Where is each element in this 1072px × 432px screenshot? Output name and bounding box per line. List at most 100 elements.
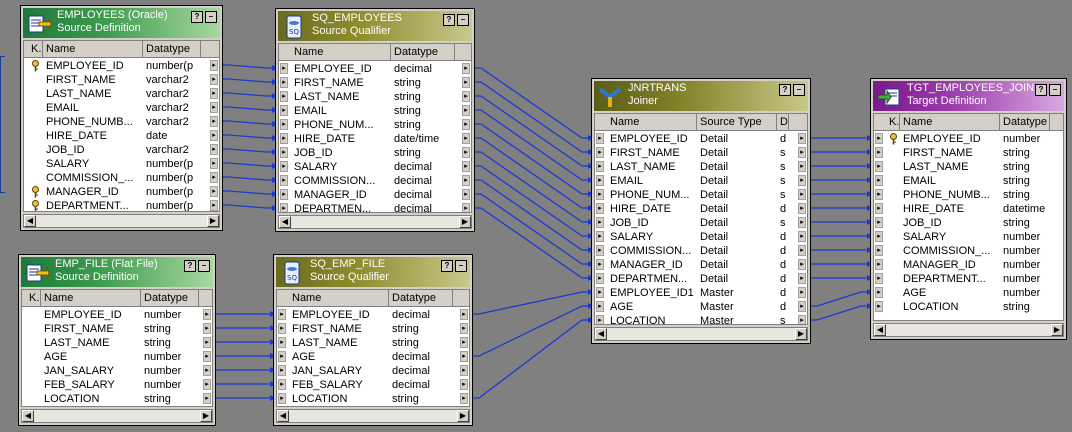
output-port-icon[interactable]: ▸ (462, 203, 470, 212)
input-port-icon[interactable]: ▸ (596, 217, 604, 228)
output-port-icon[interactable]: ▸ (210, 144, 218, 155)
port-row[interactable]: ▸ EMAIL string (874, 174, 1063, 188)
port-row[interactable]: ▸ SALARY decimal ▸ (279, 160, 471, 174)
column-header[interactable]: Source Type (697, 114, 777, 130)
input-port-icon[interactable]: ▸ (875, 259, 883, 270)
port-row[interactable]: PHONE_NUMB... varchar2 ▸ (24, 115, 219, 129)
port-row[interactable]: ▸ HIRE_DATE date/time ▸ (279, 132, 471, 146)
minimize-button[interactable]: – (198, 260, 210, 272)
port-row[interactable]: ▸ FIRST_NAME string ▸ (277, 322, 469, 336)
port-link[interactable] (219, 162, 278, 167)
output-port-icon[interactable]: ▸ (798, 259, 806, 270)
port-link[interactable] (219, 134, 278, 139)
horizontal-scrollbar[interactable]: ◀ ▶ (278, 215, 472, 229)
port-row[interactable]: LAST_NAME varchar2 ▸ (24, 87, 219, 101)
port-row[interactable]: JOB_ID varchar2 ▸ (24, 143, 219, 157)
input-port-icon[interactable]: ▸ (280, 63, 288, 74)
port-row[interactable]: MANAGER_ID number(p ▸ (24, 185, 219, 199)
output-port-icon[interactable]: ▸ (798, 217, 806, 228)
output-port-icon[interactable]: ▸ (460, 323, 468, 334)
output-port-icon[interactable]: ▸ (203, 365, 211, 376)
port-row[interactable]: ▸ DEPARTMEN... Detail d ▸ (595, 272, 807, 286)
port-row[interactable]: ▸ LOCATION string (874, 300, 1063, 314)
output-port-icon[interactable]: ▸ (798, 175, 806, 186)
port-row[interactable]: ▸ DEPARTMEN... decimal ▸ (279, 202, 471, 212)
output-port-icon[interactable]: ▸ (462, 91, 470, 102)
port-row[interactable]: FIRST_NAME varchar2 ▸ (24, 73, 219, 87)
input-port-icon[interactable]: ▸ (280, 105, 288, 116)
title-bar[interactable]: SQ SQ_EMP_FILE Source Qualifier? – (276, 257, 470, 287)
output-port-icon[interactable]: ▸ (460, 337, 468, 348)
port-row[interactable]: ▸ EMPLOYEE_ID decimal ▸ (277, 308, 469, 322)
port-row[interactable]: ▸ SALARY Detail d ▸ (595, 230, 807, 244)
port-row[interactable]: ▸ LAST_NAME string ▸ (279, 90, 471, 104)
output-port-icon[interactable]: ▸ (210, 116, 218, 127)
port-row[interactable]: ▸ JAN_SALARY decimal ▸ (277, 364, 469, 378)
transformation-target[interactable]: TGT_EMPLOYEES_JOIN... Target Definition? –… (870, 78, 1067, 340)
port-link[interactable] (471, 123, 594, 195)
scroll-left-icon[interactable]: ◀ (277, 410, 289, 422)
horizontal-scrollbar[interactable]: ◀ ▶ (23, 214, 220, 228)
minimize-button[interactable]: – (793, 84, 805, 96)
output-port-icon[interactable]: ▸ (462, 105, 470, 116)
horizontal-scrollbar[interactable]: ◀ ▶ (276, 409, 470, 423)
transformation-sq-file[interactable]: SQ SQ_EMP_FILE Source Qualifier? – Name Datat… (273, 254, 473, 426)
title-bar[interactable]: EMPLOYEES (Oracle) Source Definition? – (23, 8, 220, 38)
title-bar[interactable]: EMP_FILE (Flat File) Source Definition? – (21, 257, 213, 287)
port-link[interactable] (469, 319, 594, 399)
input-port-icon[interactable]: ▸ (278, 365, 286, 376)
help-button[interactable]: ? (441, 260, 453, 272)
help-button[interactable]: ? (1035, 84, 1047, 96)
port-link[interactable] (219, 78, 278, 83)
input-port-icon[interactable]: ▸ (596, 315, 604, 324)
column-header[interactable]: Datatype (141, 290, 199, 306)
output-port-icon[interactable]: ▸ (210, 158, 218, 169)
output-port-icon[interactable]: ▸ (798, 231, 806, 242)
port-row[interactable]: ▸ PHONE_NUM... string ▸ (279, 118, 471, 132)
output-port-icon[interactable]: ▸ (210, 186, 218, 197)
port-link[interactable] (807, 291, 873, 307)
output-port-icon[interactable]: ▸ (798, 189, 806, 200)
port-row[interactable]: DEPARTMENT... number(p ▸ (24, 199, 219, 211)
port-link[interactable] (471, 109, 594, 181)
port-row[interactable]: ▸ SALARY number (874, 230, 1063, 244)
port-row[interactable]: ▸ LOCATION Master s ▸ (595, 314, 807, 324)
input-port-icon[interactable]: ▸ (280, 77, 288, 88)
port-row[interactable]: ▸ COMMISSION... Detail d ▸ (595, 244, 807, 258)
scroll-left-icon[interactable]: ◀ (279, 216, 291, 228)
input-port-icon[interactable]: ▸ (875, 287, 883, 298)
port-row[interactable]: AGE number ▸ (22, 350, 212, 364)
column-header[interactable]: K. (28, 41, 43, 57)
output-port-icon[interactable]: ▸ (462, 147, 470, 158)
column-header[interactable]: Name (291, 44, 391, 60)
output-port-icon[interactable]: ▸ (798, 133, 806, 144)
port-link[interactable] (219, 106, 278, 111)
input-port-icon[interactable]: ▸ (875, 273, 883, 284)
port-row[interactable]: ▸ EMPLOYEE_ID1 Master d ▸ (595, 286, 807, 300)
port-link[interactable] (469, 305, 594, 357)
port-row[interactable]: ▸ PHONE_NUM... Detail s ▸ (595, 188, 807, 202)
input-port-icon[interactable]: ▸ (280, 189, 288, 200)
help-button[interactable]: ? (779, 84, 791, 96)
port-row[interactable]: LAST_NAME string ▸ (22, 336, 212, 350)
output-port-icon[interactable]: ▸ (203, 351, 211, 362)
input-port-icon[interactable]: ▸ (596, 189, 604, 200)
output-port-icon[interactable]: ▸ (460, 351, 468, 362)
port-row[interactable]: ▸ DEPARTMENT... number (874, 272, 1063, 286)
scroll-right-icon[interactable]: ▶ (795, 328, 807, 340)
port-row[interactable]: ▸ MANAGER_ID decimal ▸ (279, 188, 471, 202)
input-port-icon[interactable]: ▸ (596, 245, 604, 256)
input-port-icon[interactable]: ▸ (596, 161, 604, 172)
scroll-right-icon[interactable]: ▶ (207, 215, 219, 227)
column-header[interactable]: Name (43, 41, 143, 57)
output-port-icon[interactable]: ▸ (462, 133, 470, 144)
output-port-icon[interactable]: ▸ (210, 88, 218, 99)
output-port-icon[interactable]: ▸ (460, 393, 468, 404)
input-port-icon[interactable]: ▸ (280, 119, 288, 130)
port-row[interactable]: ▸ MANAGER_ID number (874, 258, 1063, 272)
port-row[interactable]: ▸ HIRE_DATE Detail d ▸ (595, 202, 807, 216)
port-link[interactable] (219, 176, 278, 181)
minimize-button[interactable]: – (457, 14, 469, 26)
port-link[interactable] (471, 179, 594, 251)
port-link[interactable] (219, 120, 278, 125)
